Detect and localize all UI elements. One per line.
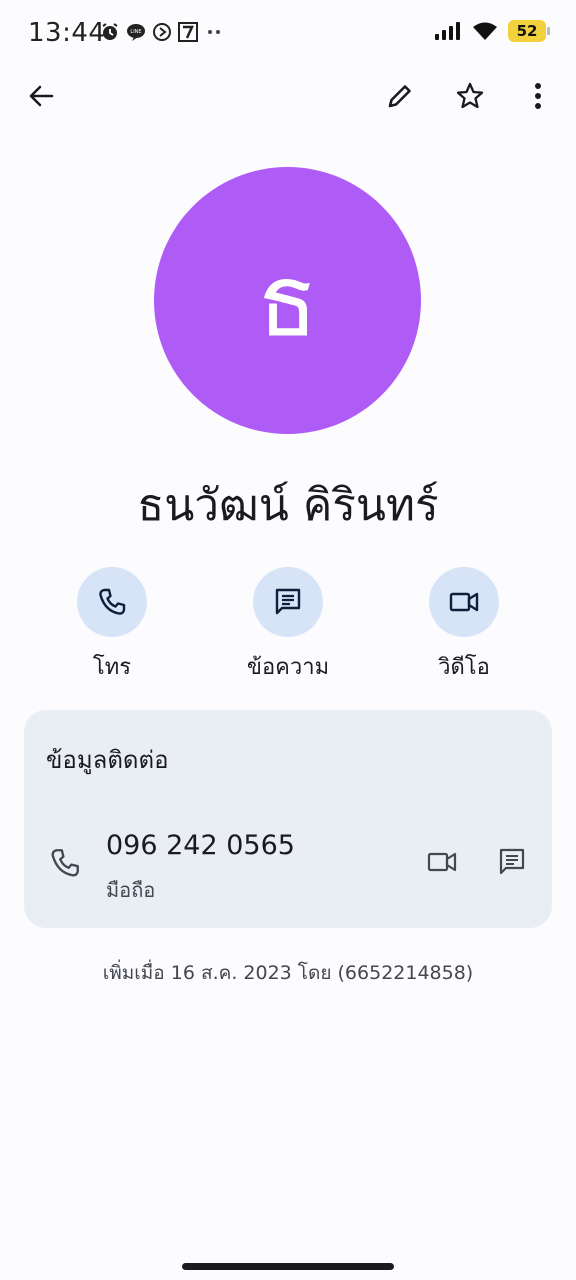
edit-pencil-icon [388, 85, 411, 108]
battery-level: 52 [516, 22, 538, 40]
video-icon [449, 592, 479, 612]
signal-icon [435, 22, 460, 40]
status-bar: 13:44 LINE 52 [0, 0, 576, 66]
message-icon [499, 848, 525, 875]
edit-button[interactable] [378, 74, 422, 118]
contact-info-card: ข้อมูลติดต่อ 096 242 0565 มือถือ [24, 710, 552, 928]
svg-text:LINE: LINE [130, 29, 141, 35]
star-outline-icon [456, 82, 484, 109]
phone-row-icon [51, 849, 79, 877]
favorite-button[interactable] [448, 74, 492, 118]
contact-name: ธนวัฒน์ คิรินทร์ [137, 480, 439, 531]
status-time: 13:44 [28, 18, 106, 48]
phone-video-call-button[interactable] [420, 840, 464, 884]
video-action-circle[interactable] [429, 567, 499, 637]
message-action-label: ข้อความ [246, 655, 330, 680]
play-icon [153, 23, 171, 41]
back-arrow-icon [29, 85, 54, 107]
more-vert-icon [535, 83, 541, 109]
line-icon: LINE [127, 24, 145, 41]
status-icons-left: LINE [100, 22, 224, 42]
home-indicator[interactable] [182, 1263, 394, 1270]
wifi-icon [473, 22, 497, 40]
more-options-button[interactable] [516, 74, 560, 118]
call-action-circle[interactable] [77, 567, 147, 637]
contact-avatar: ธ [154, 167, 421, 434]
avatar-initial: ธ [256, 242, 319, 359]
seven-eleven-icon [178, 22, 198, 42]
phone-message-button[interactable] [490, 840, 534, 884]
message-action[interactable]: ข้อความ [218, 567, 358, 684]
back-button[interactable] [19, 74, 63, 118]
call-action-label: โทร [92, 655, 132, 680]
message-icon [275, 588, 301, 615]
phone-type: มือถือ [106, 878, 156, 902]
battery-icon: 52 [508, 20, 550, 42]
message-action-circle[interactable] [253, 567, 323, 637]
video-action[interactable]: วิดีโอ [394, 567, 534, 684]
video-action-label: วิดีโอ [438, 655, 490, 680]
contact-info-title: ข้อมูลติดต่อ [46, 746, 169, 774]
status-icons-right: 52 [434, 20, 550, 42]
more-dots-icon [208, 30, 220, 34]
phone-icon [99, 588, 126, 615]
alarm-icon [102, 23, 118, 40]
added-info: เพิ่มเมื่อ 16 ส.ค. 2023 โดย (6652214858) [102, 962, 474, 984]
phone-number[interactable]: 096 242 0565 [106, 830, 295, 861]
call-action[interactable]: โทร [42, 567, 182, 684]
top-app-bar [0, 72, 576, 122]
video-icon [427, 852, 457, 872]
